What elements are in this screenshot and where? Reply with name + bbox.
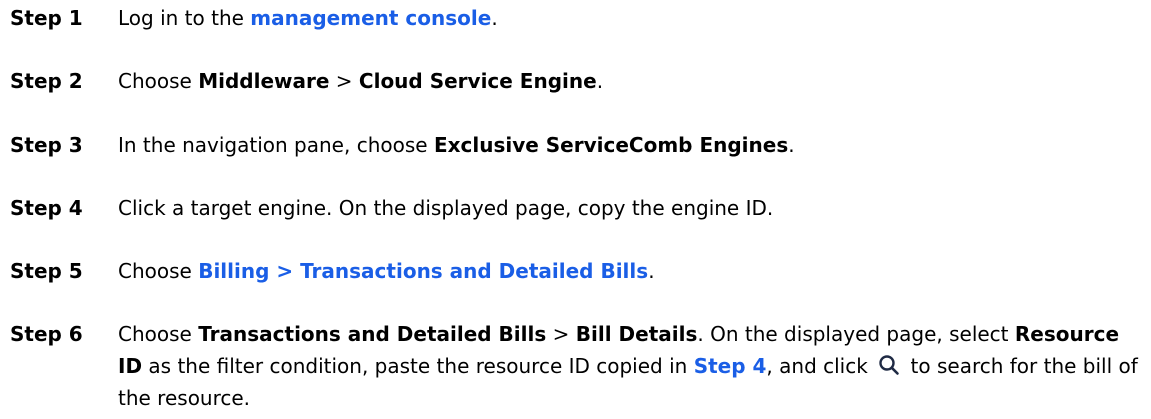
step-text: Log in to the management console. — [118, 6, 498, 30]
step-text: Choose Billing > Transactions and Detail… — [118, 259, 655, 283]
step-text: In the navigation pane, choose Exclusive… — [118, 133, 795, 157]
step-4: Step 4 Click a target engine. On the disp… — [10, 192, 1140, 224]
step-label: Step 6 — [10, 322, 83, 346]
step-label: Step 5 — [10, 259, 83, 283]
step-4-link[interactable]: Step 4 — [694, 354, 767, 378]
step-text: Choose Transactions and Detailed Bills >… — [118, 322, 1138, 410]
step-3: Step 3 In the navigation pane, choose Exc… — [10, 129, 1140, 161]
step-5: Step 5 Choose Billing > Transactions and … — [10, 255, 1140, 287]
step-text: Click a target engine. On the displayed … — [118, 196, 774, 220]
step-label: Step 2 — [10, 69, 83, 93]
step-text: Choose Middleware > Cloud Service Engine… — [118, 69, 604, 93]
step-label: Step 3 — [10, 133, 83, 157]
step-6: Step 6 Choose Transactions and Detailed B… — [10, 318, 1140, 414]
search-icon — [878, 353, 900, 375]
step-label: Step 4 — [10, 196, 83, 220]
step-label: Step 1 — [10, 6, 83, 30]
step-1: Step 1 Log in to the management console. — [10, 2, 1140, 34]
billing-transactions-link[interactable]: Billing > Transactions and Detailed Bill… — [198, 259, 648, 283]
step-2: Step 2 Choose Middleware > Cloud Service … — [10, 65, 1140, 97]
procedure-steps: Step 1 Log in to the management console. … — [0, 0, 1151, 419]
management-console-link[interactable]: management console — [250, 6, 491, 30]
